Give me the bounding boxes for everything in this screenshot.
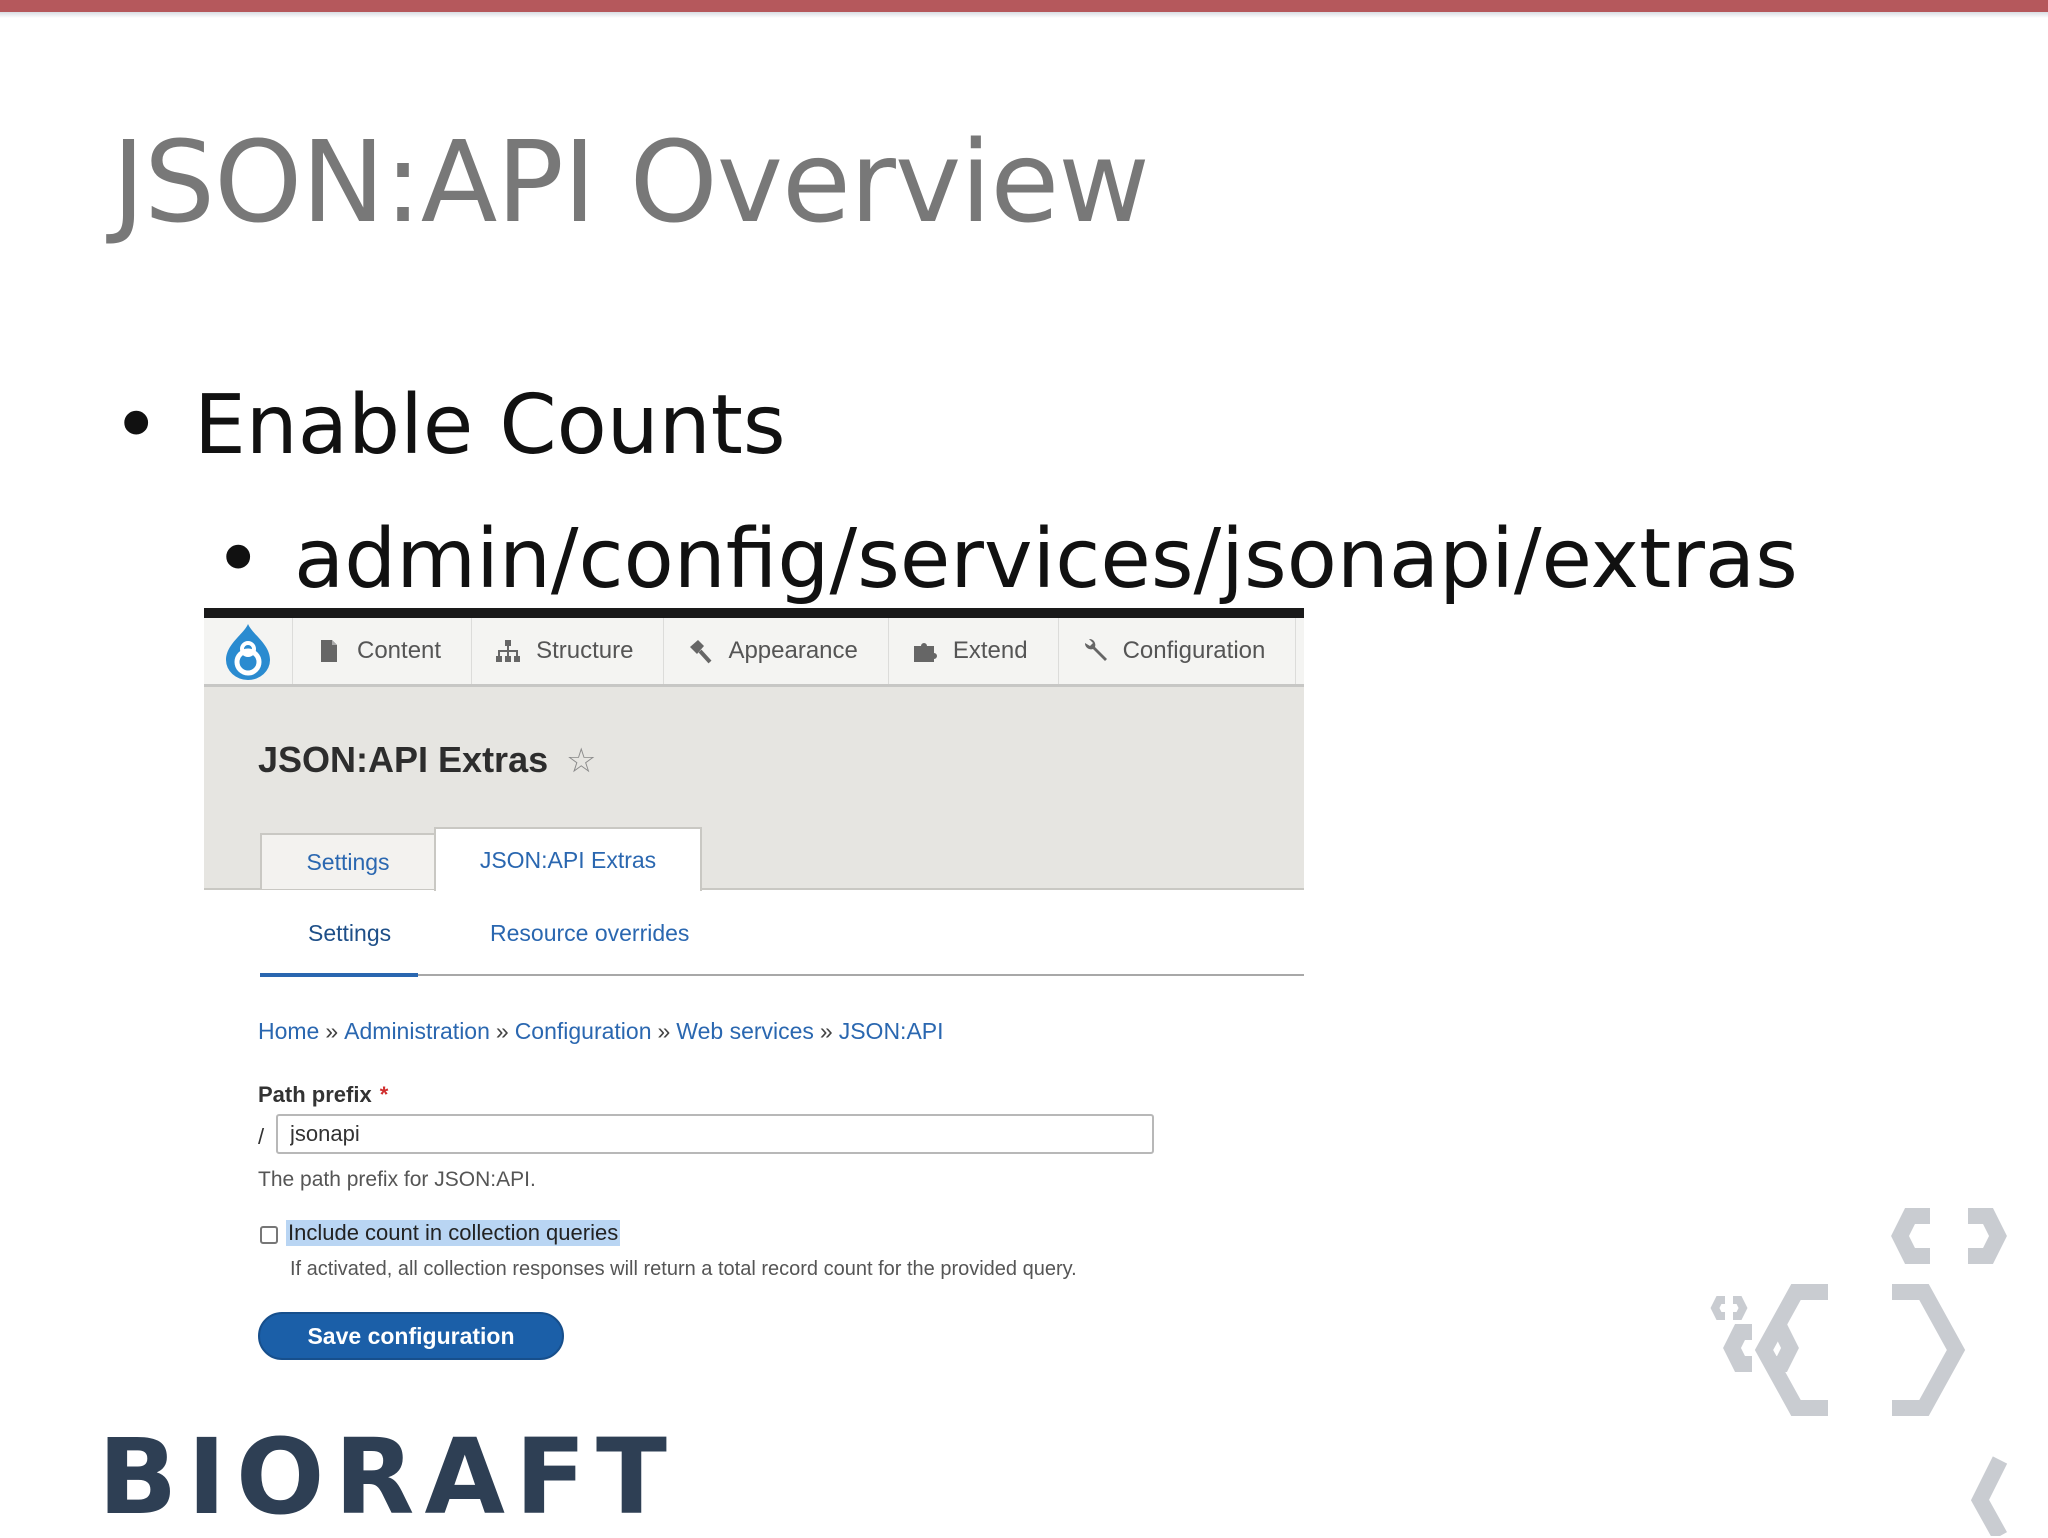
- bioraft-logo: BIORAFT: [98, 1416, 677, 1538]
- page-title: JSON:API Extras: [258, 739, 549, 780]
- toolbar-label: Appearance: [728, 637, 858, 664]
- sitemap-icon: [496, 640, 521, 662]
- breadcrumb-jsonapi[interactable]: JSON:API: [839, 1018, 944, 1044]
- save-configuration-button[interactable]: Save configuration: [258, 1312, 564, 1360]
- slide-title: JSON:API Overview: [112, 118, 1150, 248]
- subtab-label: Settings: [308, 920, 392, 946]
- toolbar-structure[interactable]: Structure: [472, 618, 665, 684]
- toolbar-configuration[interactable]: Configuration: [1059, 618, 1297, 684]
- path-prefix-description: The path prefix for JSON:API.: [258, 1168, 536, 1191]
- toolbar-label: Extend: [952, 637, 1028, 664]
- toolbar-extend[interactable]: Extend: [889, 618, 1059, 684]
- top-accent-shadow: [0, 12, 2048, 18]
- bullet-dot: •: [214, 512, 263, 607]
- tab-jsonapi-extras[interactable]: JSON:API Extras: [434, 827, 702, 891]
- required-marker: *: [379, 1082, 389, 1107]
- breadcrumb-separator: »: [325, 1018, 339, 1044]
- include-count-description: If activated, all collection responses w…: [290, 1258, 1077, 1280]
- puzzle-icon: [913, 643, 937, 662]
- paintbrush-icon: [690, 640, 712, 664]
- screenshot-top-border: [204, 608, 1304, 618]
- toolbar-appearance[interactable]: Appearance: [664, 618, 889, 684]
- breadcrumb-separator: »: [819, 1018, 833, 1044]
- toolbar-content[interactable]: Content: [293, 618, 473, 684]
- drupal-screenshot: Content Structure Appearance Extend Conf…: [204, 608, 1304, 1368]
- breadcrumb-administration[interactable]: Administration: [344, 1018, 490, 1044]
- bullet-text: admin/config/services/jsonapi/extras: [294, 512, 1798, 607]
- subtab-settings[interactable]: Settings: [308, 920, 391, 947]
- field-label-text: Path prefix: [258, 1082, 372, 1107]
- subtab-resource-overrides[interactable]: Resource overrides: [490, 920, 689, 947]
- breadcrumb-separator: »: [657, 1018, 671, 1044]
- top-accent-bar: [0, 0, 2048, 12]
- star-icon[interactable]: ☆: [566, 741, 596, 781]
- breadcrumb-separator: »: [495, 1018, 509, 1044]
- drupal-logo-icon[interactable]: [204, 618, 293, 684]
- toolbar-label: Content: [357, 637, 442, 664]
- file-icon: [321, 640, 337, 662]
- toolbar-label: Configuration: [1122, 637, 1266, 664]
- bullet-text: Enable Counts: [194, 378, 786, 473]
- breadcrumb-home[interactable]: Home: [258, 1018, 319, 1044]
- toolbar-label: Structure: [536, 637, 634, 664]
- path-prefix-input[interactable]: [276, 1114, 1154, 1154]
- bullet-enable-counts: • Enable Counts: [112, 378, 786, 473]
- admin-toolbar: Content Structure Appearance Extend Conf…: [204, 618, 1304, 687]
- path-prefix-slash: /: [258, 1124, 265, 1149]
- breadcrumb-configuration[interactable]: Configuration: [515, 1018, 652, 1044]
- tab-settings[interactable]: Settings: [260, 833, 436, 889]
- breadcrumb: Home» Administration» Configuration» Web se…: [258, 1018, 944, 1045]
- active-subtab-underline: [260, 973, 418, 977]
- bullet-path: • admin/config/services/jsonapi/extras: [214, 512, 1798, 607]
- include-count-checkbox[interactable]: [260, 1226, 278, 1244]
- bullet-dot: •: [112, 378, 161, 473]
- hexagon-decoration: [1710, 1208, 2008, 1536]
- include-count-label[interactable]: Include count in collection queries: [286, 1220, 621, 1246]
- path-prefix-label: Path prefix *: [258, 1082, 388, 1108]
- page-header: JSON:API Extras ☆ Settings JSON:API Extr…: [204, 687, 1304, 891]
- secondary-tabs: Settings Resource overrides: [260, 904, 1304, 977]
- wrench-icon: [1084, 638, 1107, 661]
- breadcrumb-web-services[interactable]: Web services: [676, 1018, 814, 1044]
